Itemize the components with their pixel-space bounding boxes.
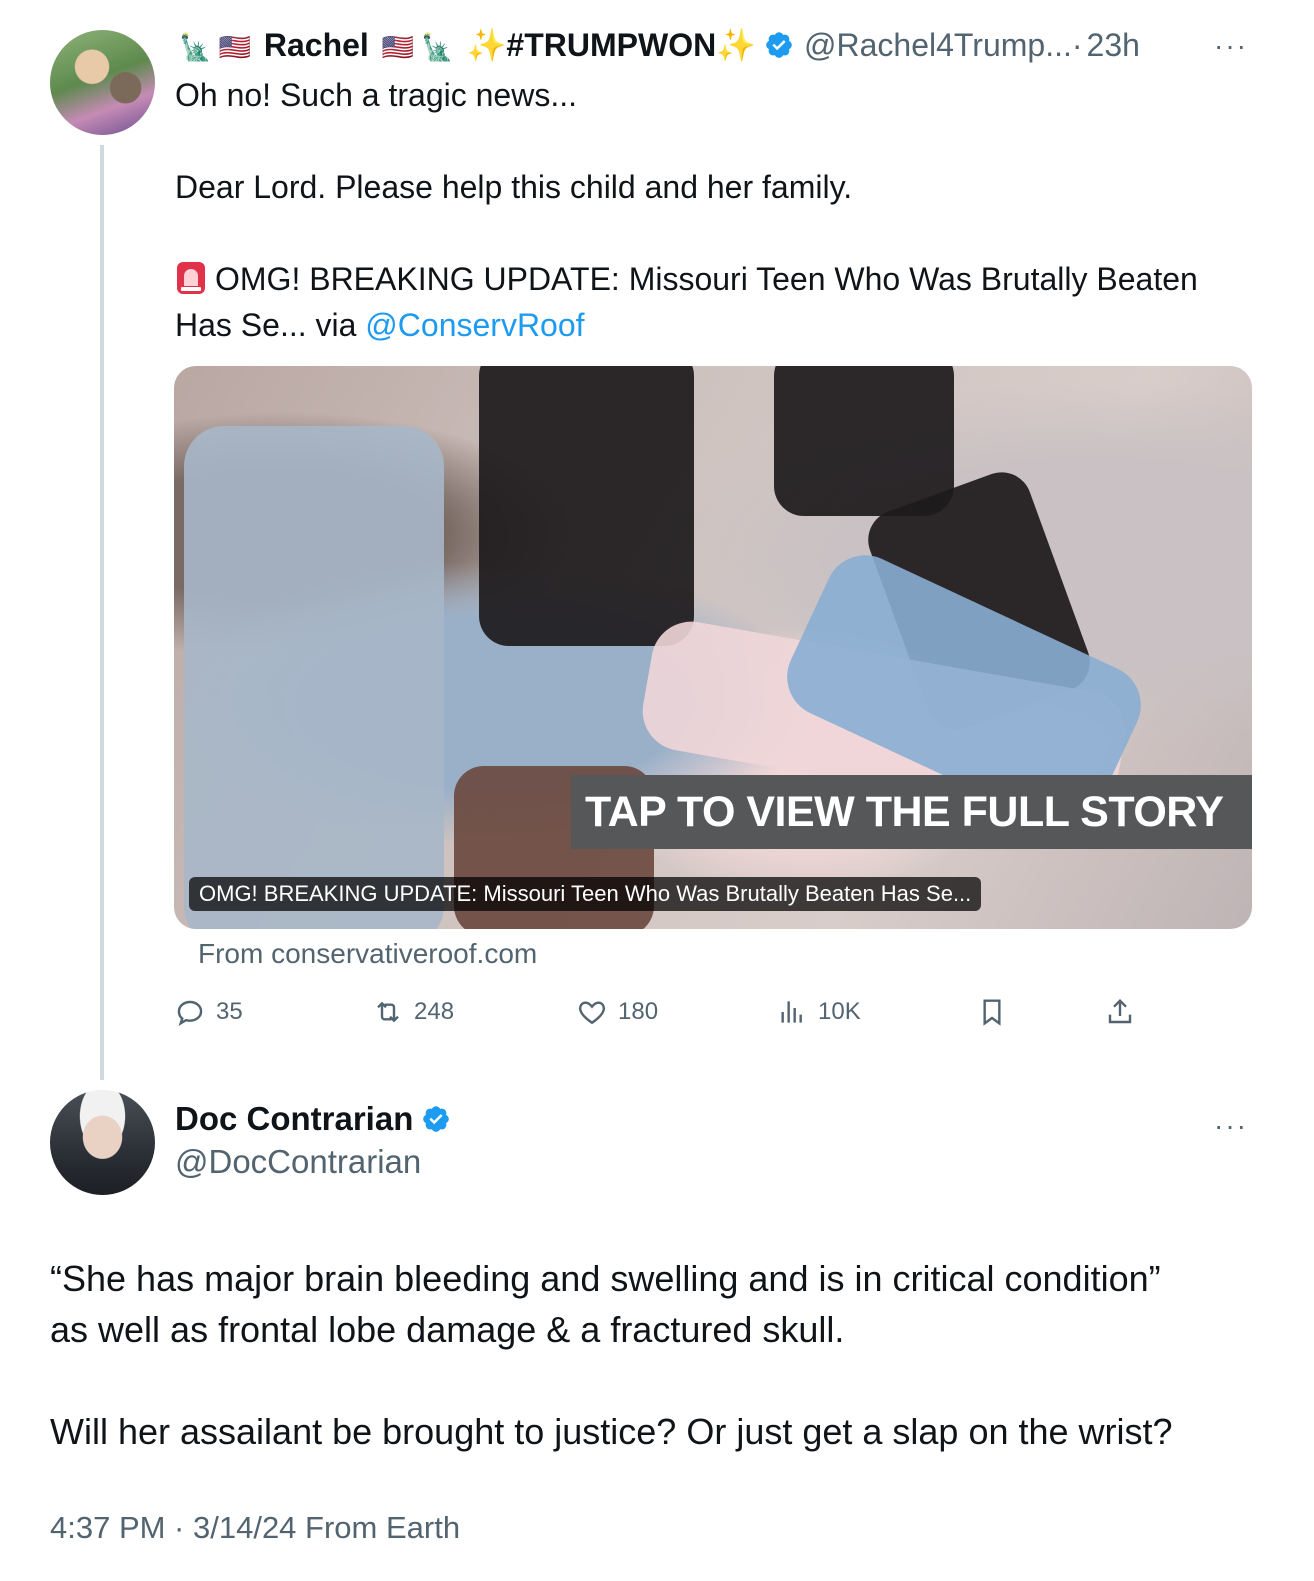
views-icon <box>781 1001 802 1023</box>
siren-icon <box>177 262 205 294</box>
user-handle[interactable]: @Rachel4Trump... <box>804 27 1072 64</box>
bookmark-icon <box>983 999 1001 1026</box>
mention-link[interactable]: @ConservRoof <box>365 307 584 343</box>
retweet-button[interactable]: 248 <box>372 990 454 1034</box>
card-image-figure <box>774 366 954 516</box>
tweet1-line4: Has Se... via @ConservRoof <box>175 302 1255 348</box>
timestamp[interactable]: 23h <box>1087 27 1140 64</box>
tweet1-line3: OMG! BREAKING UPDATE: Missouri Teen Who … <box>175 256 1255 302</box>
link-card[interactable]: TAP TO VIEW THE FULL STORY OMG! BREAKING… <box>174 366 1252 929</box>
more-options-icon[interactable]: ··· <box>1214 1110 1248 1142</box>
reply-count: 35 <box>216 998 243 1025</box>
share-button[interactable] <box>1104 990 1146 1034</box>
tweet1-line4-prefix: Has Se... via <box>175 307 366 343</box>
doc-name-text: Doc Contrarian <box>175 1100 414 1137</box>
more-options-icon[interactable]: ··· <box>1214 30 1248 62</box>
display-name-text: Rachel <box>263 27 369 63</box>
reply-button[interactable]: 35 <box>174 990 243 1034</box>
like-count: 180 <box>618 998 659 1025</box>
card-banner: TAP TO VIEW THE FULL STORY <box>571 775 1252 849</box>
name-prefix-emojis: 🗽 🇺🇸 <box>179 32 251 62</box>
tweet2-meta[interactable]: 4:37 PM · 3/14/24 From Earth <box>50 1510 460 1546</box>
reply-icon <box>177 1000 203 1026</box>
user-handle-doc[interactable]: @DocContrarian <box>175 1143 421 1181</box>
tweet1-actions: 35 248 180 10K <box>174 990 1154 1034</box>
tweet2-para1-line1: “She has major brain bleeding and swelli… <box>50 1258 1161 1299</box>
like-button[interactable]: 180 <box>576 990 658 1034</box>
verified-badge-icon <box>423 1106 450 1132</box>
tweet1-line2: Dear Lord. Please help this child and he… <box>175 169 853 205</box>
name-hashtag: ✨#TRUMPWON✨ <box>466 27 757 63</box>
bookmark-button[interactable] <box>976 990 1018 1034</box>
tweet2-para2: Will her assailant be brought to justice… <box>50 1411 1173 1452</box>
thread-connector <box>100 145 104 1080</box>
views-count: 10K <box>818 998 861 1025</box>
display-name-doc[interactable]: Doc Contrarian <box>175 1100 461 1138</box>
card-source[interactable]: From conservativeroof.com <box>198 938 537 970</box>
retweet-icon <box>377 1001 399 1023</box>
tweet1-line1: Oh no! Such a tragic news... <box>175 77 577 113</box>
card-caption: OMG! BREAKING UPDATE: Missouri Teen Who … <box>189 877 982 911</box>
card-image-figure <box>479 366 694 646</box>
tweet2-text: “She has major brain bleeding and swelli… <box>50 1253 1265 1457</box>
verified-badge-icon <box>766 32 792 58</box>
tweet2-para1-line2: as well as frontal lobe damage & a fract… <box>50 1309 845 1350</box>
separator-dot: · <box>1071 26 1083 63</box>
display-name[interactable]: 🗽 🇺🇸 Rachel 🇺🇸 🗽 ✨#TRUMPWON✨ <box>175 26 756 64</box>
tweet1-header: 🗽 🇺🇸 Rachel 🇺🇸 🗽 ✨#TRUMPWON✨ @Rachel4Tru… <box>175 22 1140 68</box>
avatar-rachel[interactable] <box>50 30 155 135</box>
tweet1-line3-text: OMG! BREAKING UPDATE: Missouri Teen Who … <box>215 261 1198 297</box>
avatar-doc-contrarian[interactable] <box>50 1090 155 1195</box>
tweet1-text: Oh no! Such a tragic news... Dear Lord. … <box>175 72 1255 348</box>
name-suffix-emojis: 🇺🇸 🗽 <box>381 32 454 62</box>
like-icon <box>578 1001 606 1025</box>
views-button[interactable]: 10K <box>776 990 861 1034</box>
retweet-count: 248 <box>414 998 455 1025</box>
share-icon <box>1108 998 1132 1024</box>
card-image-figure <box>184 426 444 929</box>
